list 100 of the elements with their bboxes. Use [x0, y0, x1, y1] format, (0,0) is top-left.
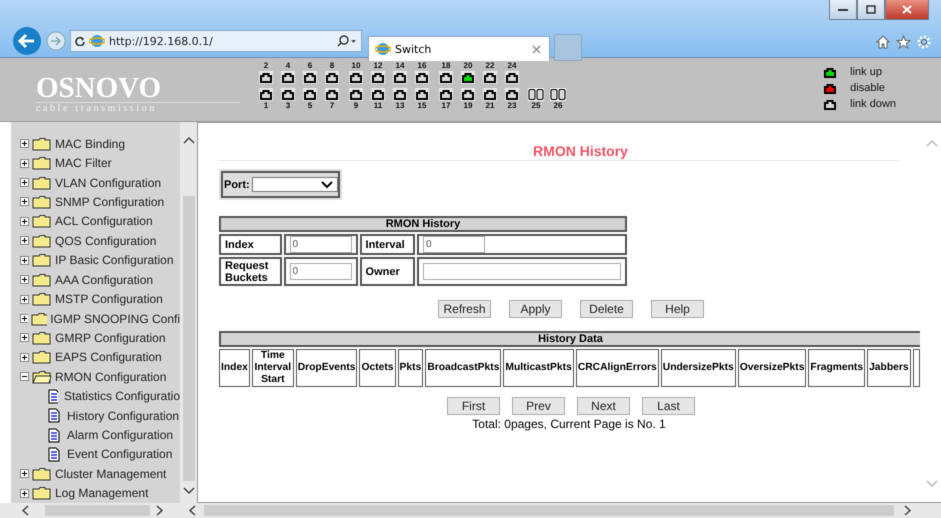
tree-item[interactable]: Cluster Management [55, 466, 166, 481]
home-icon[interactable] [876, 35, 890, 49]
browser-tab[interactable]: Switch [368, 36, 550, 61]
fiber-port-icon[interactable] [550, 88, 566, 101]
action-button[interactable]: Apply [509, 300, 562, 318]
port-icon[interactable] [439, 71, 453, 84]
expander-icon[interactable] [20, 197, 29, 206]
column-header: Time Interval Start [252, 349, 294, 387]
scroll-left-icon[interactable] [21, 505, 29, 516]
port-icon[interactable] [303, 88, 317, 101]
tree-item[interactable]: EAPS Configuration [55, 350, 162, 364]
expander-icon[interactable] [20, 488, 29, 498]
scrollbar[interactable] [180, 122, 197, 503]
expander-icon[interactable] [20, 314, 28, 323]
tree-item[interactable]: QOS Configuration [55, 234, 156, 248]
expander-icon[interactable] [20, 178, 29, 188]
scroll-right-icon[interactable] [156, 505, 164, 516]
port-icon[interactable] [461, 71, 475, 84]
field-label: Index [219, 234, 282, 255]
scroll-down-icon[interactable] [182, 487, 194, 495]
tree-item[interactable]: Alarm Configuration [67, 428, 174, 442]
tree-item[interactable]: MAC Filter [55, 156, 112, 170]
port-icon[interactable] [349, 71, 363, 84]
scroll-right-icon[interactable] [904, 505, 912, 516]
pager-button[interactable]: Last [642, 397, 695, 415]
port-icon[interactable] [461, 88, 475, 101]
star-icon[interactable] [896, 35, 911, 49]
close-icon[interactable] [532, 44, 541, 54]
expander-icon[interactable] [20, 158, 29, 168]
port-icon[interactable] [325, 71, 339, 84]
tree-item[interactable]: AAA Configuration [55, 272, 154, 287]
port-icon[interactable] [371, 88, 385, 101]
port-icon[interactable] [349, 88, 363, 101]
port-icon[interactable] [303, 71, 317, 84]
address-bar[interactable]: http://192.168.0.1/ [70, 30, 362, 52]
port-icon[interactable] [259, 88, 273, 101]
action-button[interactable]: Refresh [438, 300, 491, 318]
expander-icon[interactable] [20, 352, 29, 362]
pager-button[interactable]: First [447, 397, 500, 415]
pager-button[interactable]: Prev [512, 397, 565, 415]
back-icon[interactable] [12, 26, 42, 56]
port-icon[interactable] [393, 71, 407, 84]
port-icon[interactable] [505, 88, 519, 101]
expander-icon[interactable] [20, 333, 29, 342]
port-icon[interactable] [483, 88, 497, 101]
search-icon[interactable] [337, 35, 357, 47]
action-button[interactable]: Delete [580, 300, 633, 318]
port-icon[interactable] [393, 88, 407, 101]
expander-icon[interactable] [20, 275, 29, 284]
index-field[interactable]: 0 [290, 236, 352, 253]
tree-item[interactable]: VLAN Configuration [55, 176, 162, 190]
port-icon[interactable] [371, 71, 385, 84]
port-icon[interactable] [415, 88, 429, 101]
expander-icon[interactable] [20, 256, 29, 265]
maximize-button[interactable] [857, 0, 885, 20]
port-icon[interactable] [259, 71, 273, 84]
tree-item[interactable]: Statistics Configuratio [64, 389, 180, 404]
tree-item[interactable]: SNMP Configuration [55, 194, 164, 209]
tree-item[interactable]: IP Basic Configuration [55, 253, 174, 268]
buckets-field[interactable]: 0 [290, 263, 352, 280]
port-icon[interactable] [439, 88, 453, 101]
settings-icon[interactable] [917, 35, 931, 49]
port-icon[interactable] [281, 71, 295, 84]
tree-item[interactable]: GMRP Configuration [55, 330, 166, 345]
tree-item[interactable]: Log Management [55, 486, 148, 500]
interval-field[interactable]: 0 [423, 236, 485, 253]
expander-icon[interactable] [20, 294, 29, 304]
port-icon[interactable] [281, 88, 295, 101]
expander-icon[interactable] [20, 139, 29, 148]
tree-item[interactable]: MAC Binding [55, 136, 126, 151]
url-text: http://192.168.0.1/ [109, 34, 214, 48]
close-button[interactable] [885, 0, 929, 20]
expander-icon[interactable] [20, 469, 29, 478]
tree-item[interactable]: History Configuration [67, 408, 180, 423]
port-icon[interactable] [505, 71, 519, 84]
port-number: 24 [508, 61, 516, 71]
port-select[interactable] [252, 177, 338, 192]
expander-icon[interactable] [20, 216, 29, 226]
port-number: 9 [354, 101, 358, 111]
tree-item[interactable]: RMON Configuration [55, 370, 166, 384]
pager-button[interactable]: Next [577, 397, 630, 415]
minimize-button[interactable] [829, 0, 857, 20]
refresh-icon[interactable] [75, 36, 85, 46]
owner-field[interactable] [423, 263, 621, 280]
tree-item[interactable]: MSTP Configuration [55, 292, 163, 306]
expander-icon[interactable] [20, 236, 29, 246]
expander-icon[interactable] [20, 372, 29, 382]
port-icon[interactable] [415, 71, 429, 84]
port-icon[interactable] [483, 71, 497, 84]
scroll-up-icon[interactable] [182, 136, 194, 144]
port-number: 21 [486, 101, 494, 111]
port-number: 26 [554, 101, 562, 111]
tree-item[interactable]: IGMP SNOOPING Confi [50, 312, 180, 326]
tree-item[interactable]: ACL Configuration [55, 214, 153, 228]
tree-item[interactable]: Event Configuration [67, 447, 172, 462]
scroll-left-icon[interactable] [188, 505, 196, 516]
action-button[interactable]: Help [651, 300, 704, 318]
port-icon[interactable] [325, 88, 339, 101]
fiber-port-icon[interactable] [528, 88, 544, 101]
port-icon [823, 82, 838, 95]
